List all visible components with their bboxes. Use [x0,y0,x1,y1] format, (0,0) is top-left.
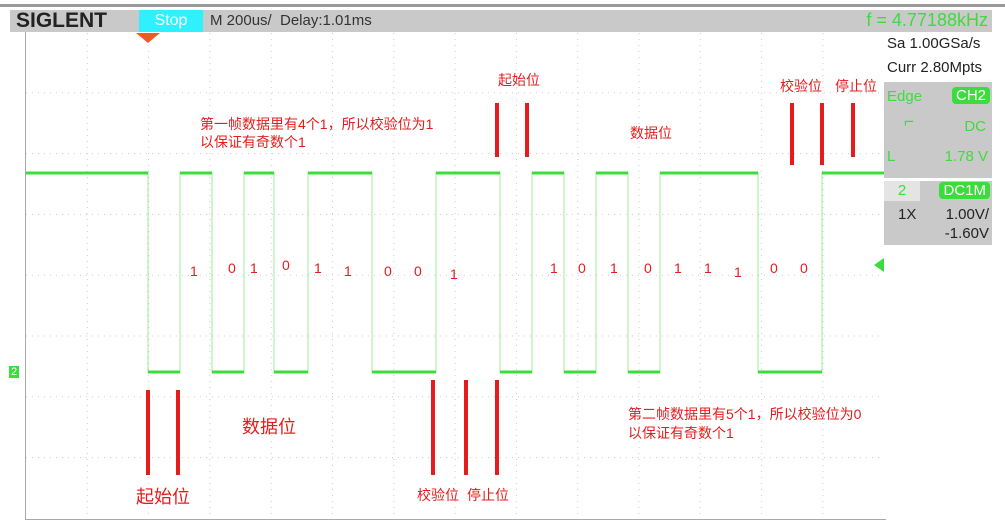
vertical-scale: 1.00V/ [945,206,989,223]
trigger-level: 1.78 V [944,148,988,165]
frame2-data-label: 数据位 [630,125,672,141]
frame2-stop-label: 停止位 [835,78,877,94]
sample-rate: Sa 1.00GSa/s [887,35,981,52]
frame2-note-line1: 第二帧数据里有5个1，所以校验位为0 [628,406,862,422]
bit-label: 1 [704,260,712,276]
bit-label: 0 [800,260,808,276]
bit-label: 0 [770,260,778,276]
vertical-offset: -1.60V [944,225,989,242]
bit-label: 0 [644,260,652,276]
trigger-level-label: L [887,148,896,165]
channel-2-ground-marker[interactable]: 2 [9,366,20,378]
channel-coupling: DC1M [939,182,990,199]
trigger-type: Edge [887,88,923,105]
memory-depth: Curr 2.80Mpts [887,59,983,76]
frame2-parity-label: 校验位 [780,78,822,94]
trigger-level-marker [874,258,884,272]
bit-label: 0 [228,260,236,276]
bit-label: 1 [674,260,682,276]
trigger-source: CH2 [951,87,990,104]
bit-label: 1 [344,263,352,279]
frame1-data-label: 数据位 [242,417,296,437]
bit-label: 1 [314,260,322,276]
trigger-coupling: DC [964,118,986,135]
bit-label: 1 [550,260,558,276]
trigger-position-marker [136,33,160,43]
bit-label: 0 [384,263,392,279]
frame1-note-line2: 以保证有奇数个1 [200,134,306,150]
frame2-start-label: 起始位 [498,72,540,88]
bit-label: 1 [610,260,618,276]
bit-label: 1 [450,266,458,282]
frame1-note-line1: 第一帧数据里有4个1，所以校验位为1 [200,116,434,132]
frame1-parity-label: 校验位 [417,487,459,503]
channel-number: 2 [884,181,920,201]
acquisition-info: Sa 1.00GSa/s Curr 2.80Mpts [884,32,992,80]
frame2-note-line2: 以保证有奇数个1 [628,425,734,441]
bit-label: 0 [414,263,422,279]
bit-label: 1 [734,264,742,280]
bit-label: 0 [578,260,586,276]
falling-edge-icon: ⌐ [904,112,914,131]
trigger-panel[interactable]: Edge CH2 ⌐ DC L 1.78 V [884,82,992,178]
bit-label: 1 [190,263,198,279]
frame1-stop-label: 停止位 [467,487,509,503]
bit-label: 0 [282,257,290,273]
frame1-start-label: 起始位 [136,487,190,507]
probe-ratio: 1X [898,206,917,223]
channel-2-panel[interactable]: 2 DC1M 1X 1.00V/ -1.60V [884,181,992,245]
bit-label: 1 [250,260,258,276]
